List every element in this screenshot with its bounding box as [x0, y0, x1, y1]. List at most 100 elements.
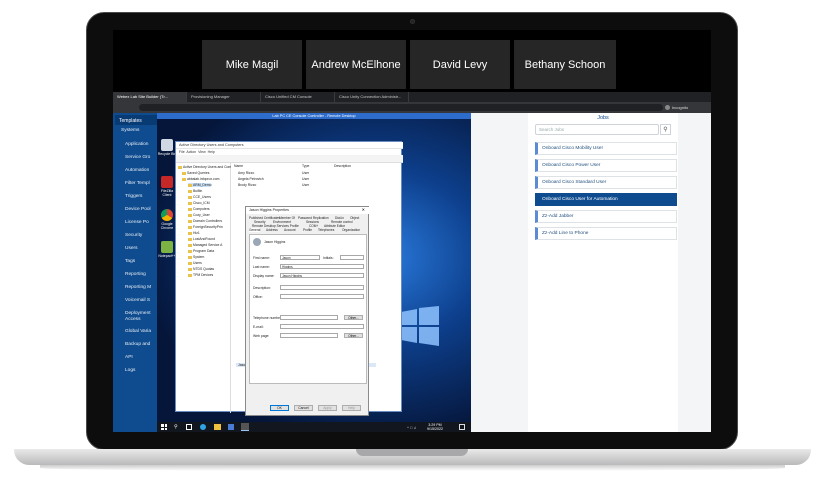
sidebar-item[interactable]: Logs	[125, 368, 135, 373]
table-row[interactable]: Brody Rizzo	[238, 183, 256, 187]
notification-icon[interactable]	[459, 424, 465, 430]
task-view-icon[interactable]	[186, 424, 192, 430]
initials-field[interactable]	[340, 255, 364, 260]
job-item[interactable]: Zz-Add Jabber	[535, 210, 677, 223]
sidebar-item[interactable]: API	[125, 355, 133, 360]
desktop-icon[interactable]: FileZilla Client	[157, 176, 177, 197]
tree-item[interactable]: System	[188, 255, 204, 259]
sidebar-item[interactable]: Reporting	[125, 272, 146, 277]
other-telephone-button[interactable]: Other...	[344, 315, 363, 320]
menu-help[interactable]: Help	[208, 150, 215, 154]
tab-general[interactable]: General	[249, 228, 261, 232]
tab[interactable]: Address	[266, 228, 278, 232]
store-icon[interactable]	[228, 424, 234, 430]
tree-item[interactable]: Computers	[188, 207, 210, 211]
browser-tab[interactable]: Cisco Unity Connection Administr...	[335, 92, 409, 102]
menu-file[interactable]: File	[179, 150, 185, 154]
job-item-selected[interactable]: Onboard Cisco User for Automation	[535, 193, 677, 206]
desktop-icon[interactable]: Google Chrome	[157, 209, 177, 230]
other-web-page-button[interactable]: Other...	[344, 333, 363, 338]
sidebar-item[interactable]: Global Varia	[125, 329, 151, 334]
tree-item[interactable]: Builtin	[188, 189, 202, 193]
column-header[interactable]: Description	[334, 164, 351, 168]
clock[interactable]: 3:29 PM 9/15/2022	[427, 423, 443, 431]
tree-item[interactable]: ForeignSecurityPrin	[188, 225, 223, 229]
tree-item-selected[interactable]: ARM_Demo	[188, 183, 212, 187]
table-row[interactable]: Amy Rizzo	[238, 171, 254, 175]
search-icon[interactable]: ⚲	[174, 424, 178, 430]
desktop-icon[interactable]: Notepad++	[157, 241, 177, 258]
first-name-field[interactable]: Jason	[280, 255, 320, 260]
remote-desktop-taskbar-icon[interactable]	[241, 423, 249, 431]
sidebar-item[interactable]: Service Gro	[125, 155, 150, 160]
job-item[interactable]: Onboard Cisco Mobility User	[535, 142, 677, 155]
profile-indicator[interactable]: Incognito	[665, 103, 709, 112]
sidebar-item[interactable]: Device Pool	[125, 207, 151, 212]
tree-item[interactable]: Hiz1	[188, 231, 200, 235]
office-field[interactable]	[280, 294, 364, 299]
tree-item[interactable]: TPM Devices	[188, 273, 213, 277]
tree-item[interactable]: CCE_Users	[188, 195, 211, 199]
sidebar-item[interactable]: Users	[125, 246, 138, 251]
job-item[interactable]: Onboard Cisco Power User	[535, 159, 677, 172]
tree-item[interactable]: Managed Service A	[188, 243, 222, 247]
sidebar-item[interactable]: Systems	[121, 128, 139, 133]
tree-item[interactable]: Users	[188, 261, 202, 265]
sidebar-item[interactable]: Filter Templ	[125, 181, 150, 186]
tree-item[interactable]: LostAndFound	[188, 237, 215, 241]
edge-icon[interactable]	[200, 424, 206, 430]
tree-item[interactable]: Active Directory Users and Com	[178, 165, 231, 169]
cancel-button[interactable]: Cancel	[294, 405, 313, 411]
help-button[interactable]: Help	[342, 405, 361, 411]
tree-item[interactable]: Cozy_User	[188, 213, 210, 217]
ok-button[interactable]: OK	[270, 405, 289, 411]
tree-item[interactable]: Program Data	[188, 249, 214, 253]
sidebar-item[interactable]: Reporting M	[125, 285, 151, 290]
web-page-field[interactable]	[280, 333, 338, 338]
description-field[interactable]	[280, 285, 364, 290]
last-name-field[interactable]: Higgins	[280, 264, 364, 269]
tab[interactable]: Telephones	[318, 228, 334, 232]
file-explorer-icon[interactable]	[214, 424, 221, 430]
desktop-icon[interactable]: Recycle Bin	[157, 139, 177, 156]
sidebar-item[interactable]: Backup and	[125, 342, 150, 347]
address-bar[interactable]	[139, 104, 663, 111]
sidebar-item[interactable]: Deployment Access	[125, 311, 155, 323]
sidebar-item[interactable]: License Po	[125, 220, 149, 225]
browser-tab[interactable]: Cisco Unified CM Console	[261, 92, 335, 102]
telephone-field[interactable]	[280, 315, 338, 320]
menu-action[interactable]: Action	[186, 150, 196, 154]
tree-item-label: Builtin	[193, 189, 203, 193]
browser-tab[interactable]: Provisioning Manager	[187, 92, 261, 102]
sidebar-item[interactable]: Tags	[125, 259, 135, 264]
tree-item[interactable]: NTDS Quotas	[188, 267, 214, 271]
sidebar-title[interactable]: Templates	[115, 115, 157, 125]
sidebar-item[interactable]: Voicemail S	[125, 298, 150, 303]
tab[interactable]: Profile	[303, 228, 312, 232]
start-icon[interactable]	[161, 424, 167, 430]
system-tray-icons[interactable]: ^ □ ♫	[407, 425, 417, 430]
tab[interactable]: Organization	[342, 228, 360, 232]
menu-view[interactable]: View	[198, 150, 206, 154]
tree-item[interactable]: Cisco_ICM	[188, 201, 210, 205]
tree-item[interactable]: Domain Controllers	[188, 219, 222, 223]
tree-item[interactable]: abbalab.infoprox.com	[182, 177, 219, 181]
tab[interactable]: Account	[284, 228, 296, 232]
job-item[interactable]: Zz-Add Line to Phone	[535, 227, 677, 240]
column-header[interactable]: Name	[234, 164, 243, 168]
sidebar-item[interactable]: Automation	[125, 168, 149, 173]
apply-button[interactable]: Apply	[318, 405, 337, 411]
jobs-search-input[interactable]: Search Jobs	[535, 124, 659, 135]
browser-tab[interactable]: Webex Lab Site Builder (Tr...	[113, 92, 187, 102]
table-row[interactable]: Angela Petrovich	[238, 177, 264, 181]
close-icon[interactable]: ✕	[362, 207, 365, 212]
search-icon[interactable]: ⚲	[660, 124, 671, 135]
tree-item[interactable]: Saved Queries	[182, 171, 209, 175]
display-name-field[interactable]: Jason Higgins	[280, 273, 364, 278]
column-header[interactable]: Type	[302, 164, 309, 168]
email-field[interactable]	[280, 324, 364, 329]
sidebar-item[interactable]: Triggers	[125, 194, 142, 199]
sidebar-item[interactable]: Application	[125, 142, 148, 147]
job-item[interactable]: Onboard Cisco Standard User	[535, 176, 677, 189]
sidebar-item[interactable]: Security	[125, 233, 142, 238]
